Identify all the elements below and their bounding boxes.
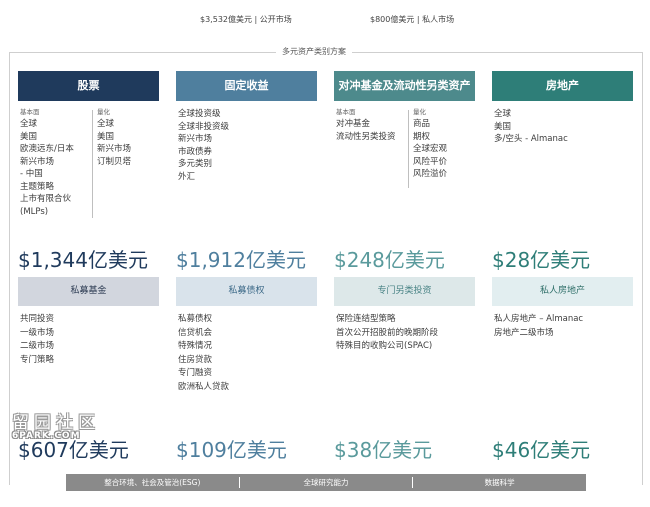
- private-items-hedge-funds: 保险连结型策略 首次公开招股前的晚期阶段 特殊目的收购公司(SPAC): [336, 313, 475, 354]
- list-item: 新兴市场: [20, 156, 55, 167]
- list-item: 专门融资: [178, 368, 213, 378]
- list-item: 首次公开招股前的晚期阶段: [336, 327, 439, 338]
- fixed-income-list: 全球投资级 全球非投资级 新兴市场 市政债券 多元类别 外汇: [178, 108, 316, 183]
- list-item: 流动性另类投资: [336, 131, 396, 142]
- subhead-quant: 量化: [413, 108, 426, 116]
- list-item: 欧澳远东/日本: [20, 144, 74, 154]
- list-item: 专门策略: [20, 354, 55, 365]
- list-item: 多/空头 - Almanac: [494, 134, 568, 144]
- list-item: 私人房地产 – Almanac: [494, 314, 584, 324]
- private-amount-hedge-funds: $38亿美元: [334, 438, 433, 462]
- private-items-equities: 共同投资 一级市场 二级市场 专门策略: [20, 313, 159, 367]
- public-items-fixed-income: 全球投资级 全球非投资级 新兴市场 市政债券 多元类别 外汇: [176, 108, 317, 248]
- public-amount-hedge-funds: $248亿美元: [334, 248, 445, 272]
- page: $3,532億美元 | 公开市场 $800億美元 | 私人市场 多元资产类别方案…: [0, 0, 650, 507]
- list-item: 欧洲私人贷款: [178, 381, 230, 392]
- list-item: 美国: [20, 131, 38, 142]
- list-item: - 中国: [20, 169, 43, 179]
- list-item: 房地产二级市场: [494, 327, 554, 338]
- public-market-stat: $3,532億美元 | 公开市场: [200, 15, 292, 24]
- private-header-real-estate: 私人房地产: [492, 277, 633, 306]
- list-item: 保险连结型策略: [336, 314, 396, 324]
- list-item: 特殊目的收购公司(SPAC): [336, 341, 433, 351]
- list-item: 新兴市场: [97, 144, 132, 154]
- public-items-equities: 基本面 全球 美国 欧澳远东/日本 新兴市场 - 中国 主题策略 上市有限合伙 …: [18, 108, 159, 248]
- frame-title: 多元资产类别方案: [276, 46, 352, 57]
- public-items-real-estate: 全球 美国 多/空头 - Almanac: [492, 108, 633, 248]
- list-item: 美国: [494, 121, 512, 132]
- capability-esg: 整合环境、社会及管治(ESG): [104, 478, 201, 487]
- private-header-fixed-income: 私募债权: [176, 277, 317, 306]
- divider: [92, 110, 93, 218]
- list-item: 二级市场: [20, 341, 55, 351]
- public-amount-real-estate: $28亿美元: [492, 248, 591, 272]
- public-items-hedge-funds: 基本面 对冲基金 流动性另类投资 量化 商品 期权 全球宏观 风险平价 风险溢价: [334, 108, 475, 248]
- public-amount-equities: $1,344亿美元: [18, 248, 148, 272]
- list-item: 订制贝塔: [97, 156, 132, 167]
- list-item: 商品: [413, 119, 431, 129]
- column-header-hedge-funds: 对冲基金及流动性另类资产: [334, 71, 475, 101]
- list-item: 全球宏观: [413, 144, 448, 154]
- private-header-hedge-funds: 专门另类投资: [334, 277, 475, 306]
- column-header-real-estate: 房地产: [492, 71, 633, 101]
- watermark-text: 留园社区: [12, 413, 100, 433]
- capability-bar: 整合环境、社会及管治(ESG) 全球研究能力 数据科学: [66, 474, 586, 491]
- list-item: 多元类别: [178, 159, 213, 169]
- list-item: 共同投资: [20, 314, 55, 324]
- list-item: 私募债权: [178, 314, 213, 324]
- real-estate-list: 全球 美国 多/空头 - Almanac: [494, 108, 632, 146]
- list-item: 全球: [97, 119, 115, 129]
- column-hedge-funds: 对冲基金及流动性另类资产 基本面 对冲基金 流动性另类投资 量化 商品 期权 全…: [334, 71, 475, 462]
- subhead-fundamental: 基本面: [20, 108, 40, 116]
- private-amount-real-estate: $46亿美元: [492, 438, 591, 462]
- quant-list: 量化 商品 期权 全球宏观 风险平价 风险溢价: [413, 108, 473, 181]
- list-item: 外汇: [178, 171, 196, 182]
- list-item: 全球非投资级: [178, 121, 230, 132]
- divider: [408, 110, 409, 188]
- list-item: 对冲基金: [336, 119, 371, 129]
- capability-research: 全球研究能力: [303, 478, 349, 487]
- list-item: 新兴市场: [178, 134, 213, 144]
- private-amount-equities: $607亿美元: [18, 438, 129, 462]
- watermark-logo: 留园社区 6PARK.COM: [12, 408, 102, 441]
- list-item: 全球: [20, 119, 38, 129]
- column-equities: 股票 基本面 全球 美国 欧澳远东/日本 新兴市场 - 中国 主题策略 上市有限…: [18, 71, 159, 462]
- list-item: 主题策略: [20, 181, 55, 192]
- list-item: 市政债券: [178, 146, 213, 157]
- private-amount-fixed-income: $109亿美元: [176, 438, 287, 462]
- list-item: 全球投资级: [178, 109, 221, 119]
- list-item: 风险平价: [413, 156, 448, 167]
- column-real-estate: 房地产 全球 美国 多/空头 - Almanac $28亿美元 私人房地产 私人…: [492, 71, 633, 462]
- list-item: 美国: [97, 131, 115, 142]
- subhead-quant: 量化: [97, 108, 110, 116]
- private-header-equities: 私募基金: [18, 277, 159, 306]
- column-header-equities: 股票: [18, 71, 159, 101]
- list-item: 住房贷款: [178, 354, 213, 365]
- private-market-stat: $800億美元 | 私人市场: [370, 15, 455, 24]
- fundamental-list: 基本面 对冲基金 流动性另类投资: [336, 108, 410, 143]
- private-items-real-estate: 私人房地产 – Almanac 房地产二级市场: [494, 313, 633, 340]
- column-header-fixed-income: 固定收益: [176, 71, 317, 101]
- list-item: 信贷机会: [178, 327, 213, 338]
- list-item: 上市有限合伙 (MLPs): [20, 194, 72, 217]
- public-amount-fixed-income: $1,912亿美元: [176, 248, 306, 272]
- list-item: 全球: [494, 109, 512, 119]
- column-fixed-income: 固定收益 全球投资级 全球非投资级 新兴市场 市政债券 多元类别 外汇 $1,9…: [176, 71, 317, 462]
- fundamental-list: 基本面 全球 美国 欧澳远东/日本 新兴市场 - 中国 主题策略 上市有限合伙 …: [20, 108, 94, 218]
- list-item: 期权: [413, 131, 431, 142]
- quant-list: 量化 全球 美国 新兴市场 订制贝塔: [97, 108, 157, 168]
- private-items-fixed-income: 私募债权 信贷机会 特殊情况 住房贷款 专门融资 欧洲私人贷款: [178, 313, 317, 394]
- list-item: 风险溢价: [413, 169, 448, 179]
- capability-data-science: 数据科学: [484, 478, 515, 487]
- subhead-fundamental: 基本面: [336, 108, 356, 116]
- list-item: 特殊情况: [178, 341, 213, 351]
- list-item: 一级市场: [20, 327, 55, 338]
